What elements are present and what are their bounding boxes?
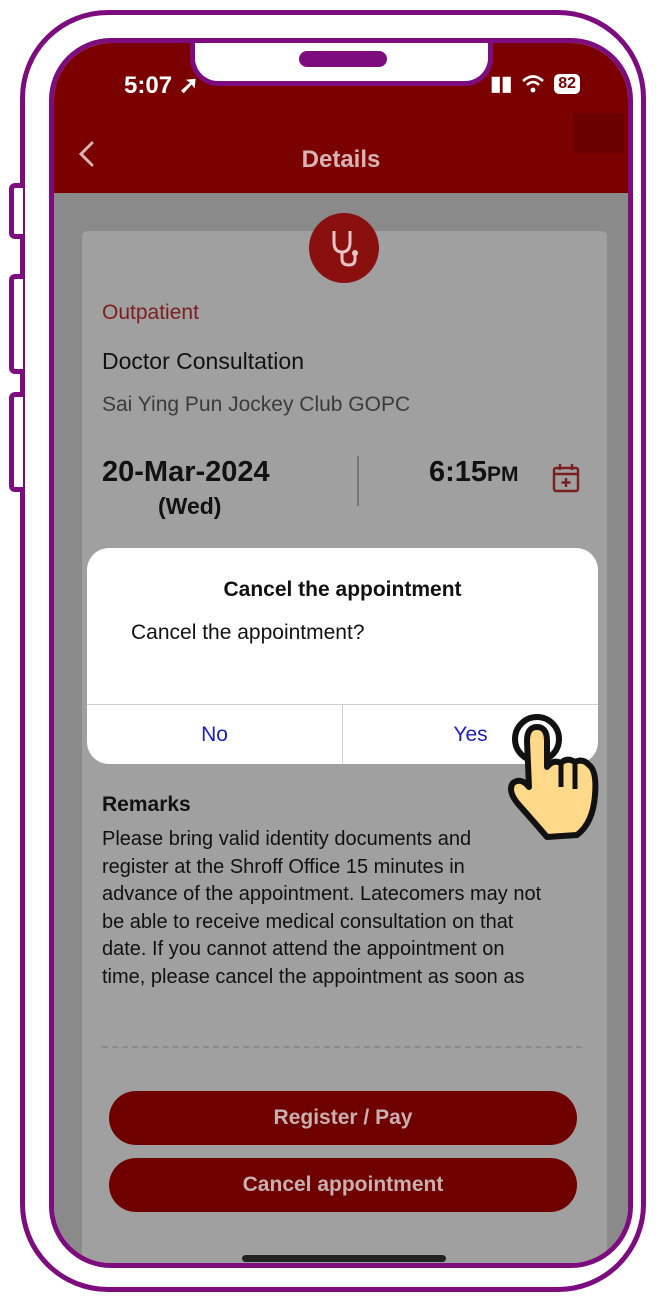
appointment-type: Outpatient [102,301,199,324]
dialog-no-button[interactable]: No [87,705,342,764]
appointment-time-period: PM [487,463,519,486]
appointment-time: 6:15PM [429,456,519,489]
signal-icon: ▮▮ [490,73,513,95]
clinic-name: Sai Ying Pun Jockey Club GOPC [102,393,411,416]
nav-right-action[interactable] [574,113,624,153]
remarks-heading: Remarks [102,793,191,816]
status-time: 5:07 ➚ [124,72,199,99]
battery-icon: 82 [554,73,580,94]
home-indicator [242,1255,446,1262]
page-title: Details [301,146,381,173]
appointment-weekday: (Wed) [158,493,222,519]
volume-down-button [9,392,23,492]
location-arrow-icon: ➚ [172,72,199,99]
dialog-message: Cancel the appointment? [131,621,365,644]
register-pay-button[interactable]: Register / Pay [109,1091,577,1145]
calendar-add-icon[interactable] [552,463,580,493]
volume-up-button [9,274,23,374]
date-time-divider [357,456,359,506]
stethoscope-icon [309,213,379,283]
wifi-icon [522,74,545,92]
appointment-time-value: 6:15 [429,456,488,488]
dialog-title: Cancel the appointment [223,578,462,601]
status-icons: ▮▮ 82 [490,71,580,96]
remarks-text: Please bring valid identity documents an… [102,828,542,988]
appointment-date: 20-Mar-2024 [102,456,270,488]
speaker [299,51,387,67]
pointing-hand-icon [508,714,599,840]
dashed-divider [102,1046,582,1048]
appointment-service: Doctor Consultation [102,348,304,374]
mute-switch [9,183,23,239]
cancel-appointment-button[interactable]: Cancel appointment [109,1158,577,1212]
